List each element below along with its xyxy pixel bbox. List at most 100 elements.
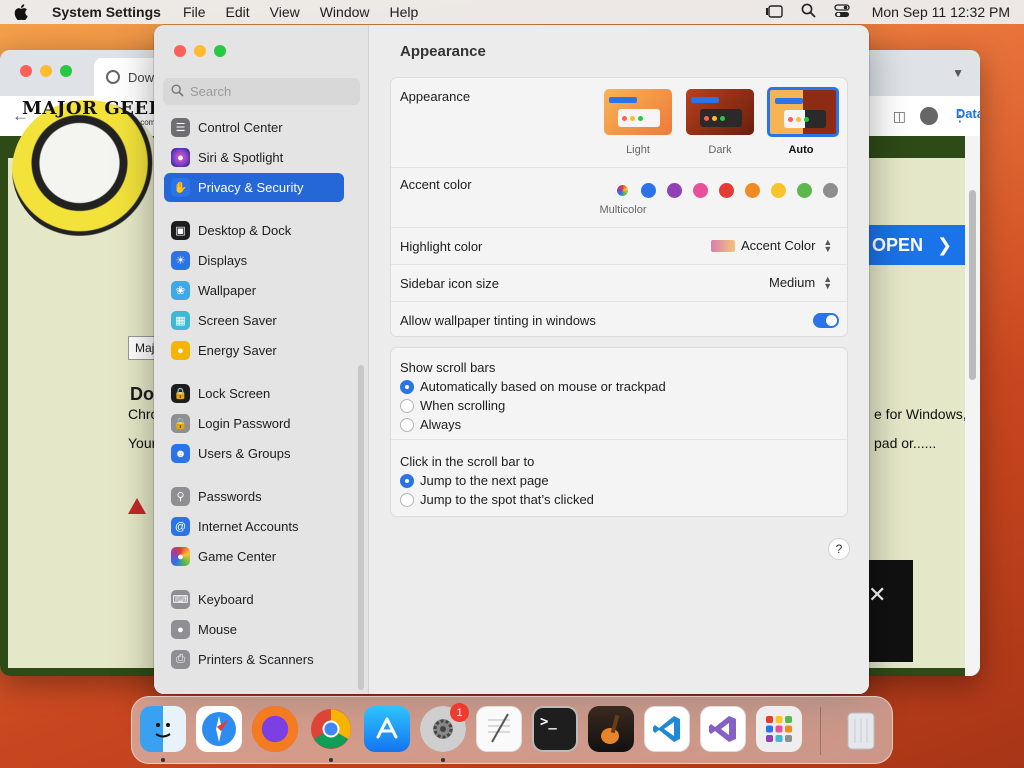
sidebar-item-label: Keyboard (198, 592, 254, 607)
search-icon (171, 83, 184, 100)
chrome-icon[interactable] (308, 706, 354, 752)
sidebar-icon-size-row: Sidebar icon size Medium ▲ ▼ (391, 265, 847, 302)
browser-data-label[interactable]: Data (956, 106, 980, 121)
accent-green-swatch[interactable] (797, 183, 812, 198)
sidebar-item-control-center[interactable]: ☰ Control Center (164, 113, 344, 142)
scroll-bars-option-always[interactable]: Always (400, 417, 461, 432)
displays-icon: ☀ (171, 251, 190, 270)
wallpaper-tinting-toggle[interactable] (813, 313, 839, 328)
tab-search-chevron-icon[interactable]: ▼ (952, 66, 964, 80)
sidebar-item-keyboard[interactable]: ⌨ Keyboard (164, 585, 344, 614)
accent-red-swatch[interactable] (719, 183, 734, 198)
menu-clock[interactable]: Mon Sep 11 12:32 PM (872, 4, 1010, 20)
browser-close-button[interactable] (20, 65, 32, 77)
sidebar-item-desktop-dock[interactable]: ▣ Desktop & Dock (164, 216, 344, 245)
browser-scrollbar-thumb[interactable] (969, 190, 976, 380)
search-input[interactable] (190, 84, 350, 99)
sidebar-icon-size-popup[interactable]: Medium ▲ ▼ (769, 274, 832, 290)
sidebar-item-energy-saver[interactable]: ● Energy Saver (164, 336, 344, 365)
safari-icon[interactable] (196, 706, 242, 752)
sidebar-item-login-password[interactable]: 🔒 Login Password (164, 409, 344, 438)
game-center-icon: ● (171, 547, 190, 566)
globe-icon (106, 70, 120, 84)
trash-icon[interactable] (838, 706, 884, 752)
close-button[interactable] (174, 45, 186, 57)
help-button[interactable]: ? (828, 538, 850, 560)
launchpad-icon[interactable] (756, 706, 802, 752)
sidebar-item-game-center[interactable]: ● Game Center (164, 542, 344, 571)
visual-studio-icon[interactable] (700, 706, 746, 752)
sidebar-item-screen-saver[interactable]: ▦ Screen Saver (164, 306, 344, 335)
window-menu[interactable]: Window (320, 4, 370, 20)
control-center-menu-icon[interactable] (834, 3, 850, 21)
accent-orange-swatch[interactable] (745, 183, 760, 198)
browser-minimize-button[interactable] (40, 65, 52, 77)
highlight-color-label: Highlight color (400, 239, 483, 254)
wallpaper-icon: ❀ (171, 281, 190, 300)
terminal-icon[interactable]: >_ (532, 706, 578, 752)
appearance-light-option[interactable] (604, 89, 672, 135)
app-name-menu[interactable]: System Settings (52, 4, 161, 20)
accent-blue-swatch[interactable] (641, 183, 656, 198)
sidebar-icon-size-value: Medium (769, 275, 816, 290)
app-store-icon[interactable] (364, 706, 410, 752)
garageband-icon[interactable] (588, 706, 634, 752)
up-down-chevron-icon: ▲ ▼ (823, 236, 833, 254)
sidebar-item-displays[interactable]: ☀ Displays (164, 246, 344, 275)
help-menu[interactable]: Help (390, 4, 419, 20)
radio-button[interactable] (400, 473, 414, 488)
highlight-swatch (711, 239, 735, 252)
edit-menu[interactable]: Edit (226, 4, 250, 20)
highlight-color-popup[interactable]: Accent Color ▲ ▼ (711, 236, 833, 254)
scroll-bars-option-when-scrolling[interactable]: When scrolling (400, 398, 505, 413)
radio-button[interactable] (400, 417, 414, 432)
firefox-icon[interactable] (252, 706, 298, 752)
profile-avatar-icon[interactable] (920, 107, 938, 125)
open-button[interactable]: OPEN ❯ (868, 225, 965, 265)
sidebar-item-printers-scanners[interactable]: ⎙ Printers & Scanners (164, 645, 344, 674)
sidebar-item-mouse[interactable]: ● Mouse (164, 615, 344, 644)
sidebar-item-wallpaper[interactable]: ❀ Wallpaper (164, 276, 344, 305)
sidebar-item-passwords[interactable]: ⚲ Passwords (164, 482, 344, 511)
stage-manager-icon[interactable] (765, 4, 783, 21)
file-menu[interactable]: File (183, 4, 206, 20)
sidebar-item-label: Printers & Scanners (198, 652, 314, 667)
accent-multicolor-swatch[interactable] (615, 183, 630, 198)
finder-icon[interactable] (140, 706, 186, 752)
accent-yellow-swatch[interactable] (771, 183, 786, 198)
radio-button[interactable] (400, 492, 414, 507)
view-menu[interactable]: View (270, 4, 300, 20)
sidebar-item-internet-accounts[interactable]: @ Internet Accounts (164, 512, 344, 541)
accent-graphite-swatch[interactable] (823, 183, 838, 198)
vscode-icon[interactable] (644, 706, 690, 752)
sidebar-item-users-groups[interactable]: ☻ Users & Groups (164, 439, 344, 468)
radio-button[interactable] (400, 398, 414, 413)
side-panel-icon[interactable]: ◫ (893, 108, 906, 125)
sidebar-item-label: Users & Groups (198, 446, 291, 461)
click-option-spot-clicked[interactable]: Jump to the spot that’s clicked (400, 492, 594, 507)
click-option-next-page[interactable]: Jump to the next page (400, 473, 549, 488)
scroll-bars-option-automatic[interactable]: Automatically based on mouse or trackpad (400, 379, 666, 394)
browser-zoom-button[interactable] (60, 65, 72, 77)
appearance-auto-option[interactable] (767, 87, 839, 137)
keyboard-icon: ⌨ (171, 590, 190, 609)
sidebar-scrollbar[interactable] (358, 365, 364, 690)
highlight-color-value: Accent Color (741, 238, 816, 253)
minimize-button[interactable] (194, 45, 206, 57)
sidebar-item-label: Screen Saver (198, 313, 277, 328)
accent-pink-swatch[interactable] (693, 183, 708, 198)
sidebar-item-lock-screen[interactable]: 🔒 Lock Screen (164, 379, 344, 408)
appearance-dark-option[interactable] (686, 89, 754, 135)
sidebar-item-privacy-security[interactable]: ✋ Privacy & Security (164, 173, 344, 202)
click-scroll-bar-label: Click in the scroll bar to (400, 454, 535, 469)
sidebar-item-label: Passwords (198, 489, 262, 504)
search-field[interactable] (163, 78, 360, 105)
zoom-button[interactable] (214, 45, 226, 57)
sidebar-item-siri-spotlight[interactable]: ● Siri & Spotlight (164, 143, 344, 172)
textedit-icon[interactable] (476, 706, 522, 752)
accent-purple-swatch[interactable] (667, 183, 682, 198)
apple-menu-icon[interactable] (14, 4, 30, 20)
close-ad-icon[interactable]: ✕ (868, 582, 886, 608)
spotlight-search-icon[interactable] (801, 3, 816, 21)
radio-button[interactable] (400, 379, 414, 394)
